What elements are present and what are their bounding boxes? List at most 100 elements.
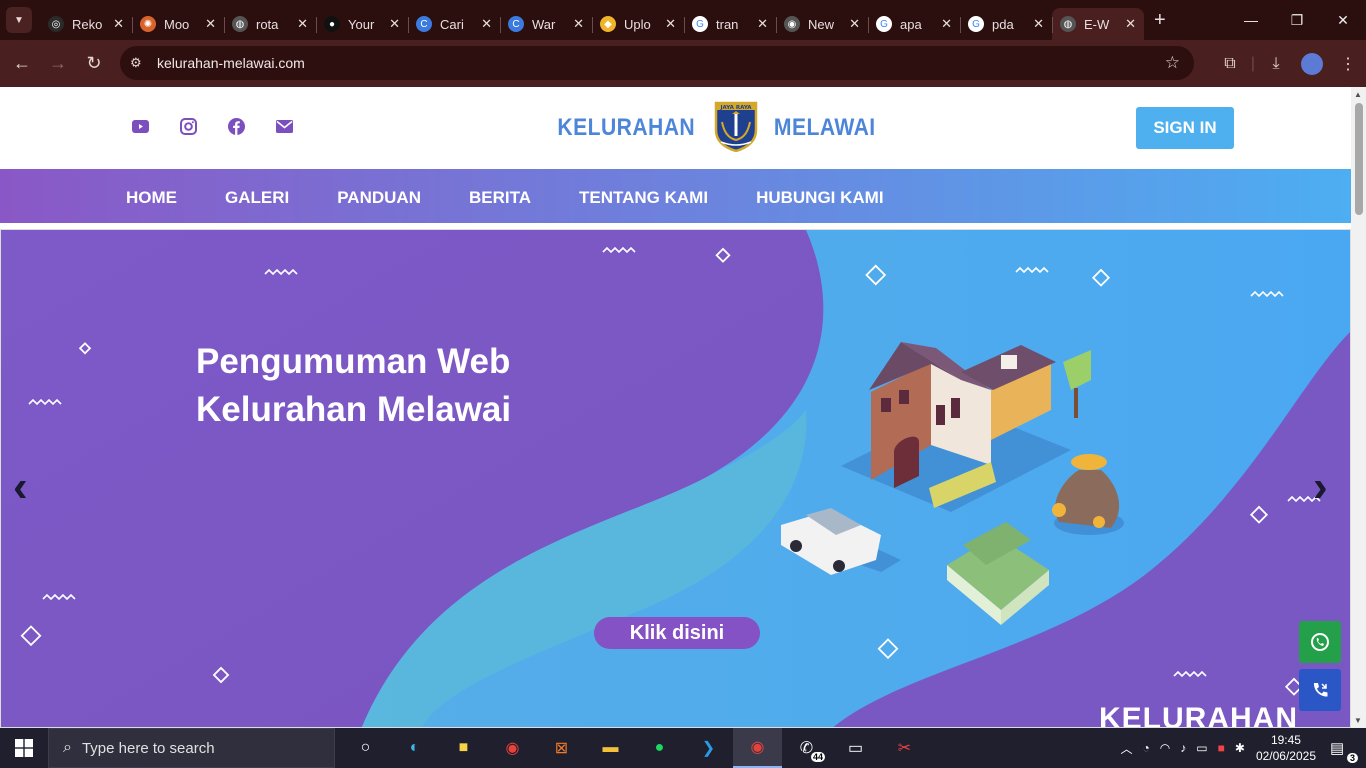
- address-url[interactable]: kelurahan-melawai.com: [157, 55, 305, 71]
- snipping-tool-icon[interactable]: ✂: [880, 728, 929, 768]
- profile-avatar[interactable]: [1301, 52, 1323, 75]
- sticky-notes-icon[interactable]: ■: [439, 728, 488, 768]
- tab-title: Uplo: [624, 16, 651, 32]
- carousel-prev-icon[interactable]: ‹: [13, 462, 28, 512]
- menu-kebab-icon[interactable]: ⋮: [1330, 54, 1366, 74]
- xampp-icon[interactable]: ⊠: [537, 728, 586, 768]
- vscode-icon[interactable]: ❯: [684, 728, 733, 768]
- clock-time: 19:45: [1270, 733, 1301, 747]
- clock-date: 02/06/2025: [1255, 749, 1316, 763]
- tab-close-icon[interactable]: ✕: [757, 16, 768, 32]
- tray-overflow-icon[interactable]: ︿: [1121, 740, 1133, 757]
- edge-icon[interactable]: ◐: [390, 728, 439, 768]
- download-icon[interactable]: ⤓: [1258, 55, 1294, 73]
- tab-title: Your: [348, 16, 375, 32]
- extensions-icon[interactable]: ⧉: [1212, 55, 1248, 73]
- browser-tab[interactable]: Gpda ✕: [960, 8, 1052, 40]
- taskbar-search[interactable]: ⌕ Type here to search: [48, 728, 335, 768]
- tab-favicon-icon: ◍: [232, 16, 248, 32]
- new-tab-button[interactable]: +: [1154, 9, 1166, 32]
- hero-title-line1: Pengumuman Web: [196, 342, 511, 381]
- facebook-icon[interactable]: [227, 117, 245, 135]
- tab-close-icon[interactable]: ✕: [389, 16, 400, 32]
- app-tray-icon[interactable]: ■: [1218, 741, 1225, 755]
- file-explorer-icon[interactable]: ▬: [586, 728, 635, 768]
- tab-list: ◎ Reko ✕ ✺ Moo ✕ ◍ rota ✕ ● Your ✕ C Cari ✕ C War ✕ ◆ Uplo ✕…: [40, 0, 1144, 40]
- notification-center-icon[interactable]: ▤ 3: [1330, 739, 1358, 763]
- steam-icon[interactable]: ◔: [1143, 741, 1150, 755]
- restore-button[interactable]: ❐: [1274, 0, 1320, 40]
- tab-close-icon[interactable]: ✕: [573, 16, 584, 32]
- bookmark-star-icon[interactable]: ☆: [1165, 53, 1180, 73]
- tab-favicon-icon: G: [968, 16, 984, 32]
- spotify-icon[interactable]: ●: [635, 728, 684, 768]
- wifi-icon[interactable]: ◠: [1160, 741, 1170, 755]
- browser-tab[interactable]: ◎ Reko ✕: [40, 8, 132, 40]
- tab-close-icon[interactable]: ✕: [1125, 16, 1136, 32]
- nav-item-berita[interactable]: BERITA: [469, 188, 531, 208]
- nav-item-panduan[interactable]: PANDUAN: [337, 188, 421, 208]
- volume-icon[interactable]: ♪: [1180, 741, 1186, 755]
- browser-tab[interactable]: ● Your ✕: [316, 8, 408, 40]
- browser-tab[interactable]: C Cari ✕: [408, 8, 500, 40]
- forward-button[interactable]: →: [40, 46, 76, 82]
- tab-close-icon[interactable]: ✕: [849, 16, 860, 32]
- site-info-icon[interactable]: ⚙: [130, 55, 150, 71]
- browser-tab[interactable]: ◆ Uplo ✕: [592, 8, 684, 40]
- mail-icon[interactable]: [275, 117, 293, 135]
- scroll-up-icon[interactable]: ▲: [1354, 90, 1362, 99]
- reload-button[interactable]: ↻: [76, 46, 112, 82]
- close-window-button[interactable]: ✕: [1320, 0, 1366, 40]
- browser-tab[interactable]: Gtran ✕: [684, 8, 776, 40]
- minimize-button[interactable]: —: [1228, 0, 1274, 40]
- tab-close-icon[interactable]: ✕: [1033, 16, 1044, 32]
- browser-tab[interactable]: ◍ rota ✕: [224, 8, 316, 40]
- nav-item-galeri[interactable]: GALERI: [225, 188, 289, 208]
- web-page: KELURAHAN JAYA RAYA MELAWAI SIGN IN HOME…: [0, 87, 1351, 728]
- youtube-icon[interactable]: [131, 117, 149, 135]
- tab-title: tran: [716, 16, 739, 32]
- call-button[interactable]: [1299, 669, 1341, 711]
- tab-close-icon[interactable]: ✕: [205, 16, 216, 32]
- tab-close-icon[interactable]: ✕: [665, 16, 676, 32]
- chrome-icon[interactable]: ◉: [488, 728, 537, 768]
- carousel-next-icon[interactable]: ›: [1313, 462, 1328, 512]
- site-logo[interactable]: KELURAHAN JAYA RAYA MELAWAI: [548, 101, 882, 155]
- browser-tab[interactable]: ✺ Moo ✕: [132, 8, 224, 40]
- tab-close-icon[interactable]: ✕: [297, 16, 308, 32]
- cta-button[interactable]: Klik disini: [594, 617, 760, 649]
- task-view-icon[interactable]: ○: [341, 728, 390, 768]
- whatsapp-button[interactable]: [1299, 621, 1341, 663]
- browser-tab[interactable]: Gapa ✕: [868, 8, 960, 40]
- battery-icon[interactable]: ▭: [1196, 741, 1207, 755]
- instagram-icon[interactable]: [179, 117, 197, 135]
- browser-tab[interactable]: C War ✕: [500, 8, 592, 40]
- start-button[interactable]: [0, 728, 48, 768]
- nav-item-tentang-kami[interactable]: TENTANG KAMI: [579, 188, 708, 208]
- settings-gear-icon[interactable]: ✱: [1235, 741, 1245, 755]
- sign-in-button[interactable]: SIGN IN: [1136, 107, 1234, 149]
- browser-tab[interactable]: ◉ New ✕: [776, 8, 868, 40]
- nav-item-home[interactable]: HOME: [126, 188, 177, 208]
- tab-favicon-icon: G: [876, 16, 892, 32]
- whatsapp-taskbar-icon[interactable]: ✆ 44: [782, 728, 831, 768]
- scrollbar-thumb[interactable]: [1355, 103, 1363, 215]
- clock[interactable]: 19:45 02/06/2025: [1256, 732, 1316, 764]
- back-button[interactable]: ←: [4, 46, 40, 82]
- jakarta-seal-icon: JAYA RAYA: [713, 100, 759, 157]
- tab-favicon-icon: ✺: [140, 16, 156, 32]
- tab-close-icon[interactable]: ✕: [481, 16, 492, 32]
- chrome-profile-icon[interactable]: ◉: [733, 728, 782, 768]
- terminal-icon[interactable]: ▭: [831, 728, 880, 768]
- browser-tab[interactable]: ◍ E-W ✕: [1052, 8, 1144, 40]
- tab-search-button[interactable]: ▼: [6, 7, 32, 33]
- divider: |: [1250, 54, 1256, 72]
- nav-item-hubungi-kami[interactable]: HUBUNGI KAMI: [756, 188, 884, 208]
- page-scrollbar[interactable]: ▲ ▼: [1351, 87, 1366, 728]
- scroll-down-icon[interactable]: ▼: [1354, 716, 1362, 725]
- hero-carousel: Pengumuman Web Kelurahan Melawai Klik di…: [0, 229, 1351, 728]
- address-bar[interactable]: ⚙ kelurahan-melawai.com ☆: [120, 46, 1194, 80]
- tab-favicon-icon: G: [692, 16, 708, 32]
- tab-close-icon[interactable]: ✕: [941, 16, 952, 32]
- tab-close-icon[interactable]: ✕: [113, 16, 124, 32]
